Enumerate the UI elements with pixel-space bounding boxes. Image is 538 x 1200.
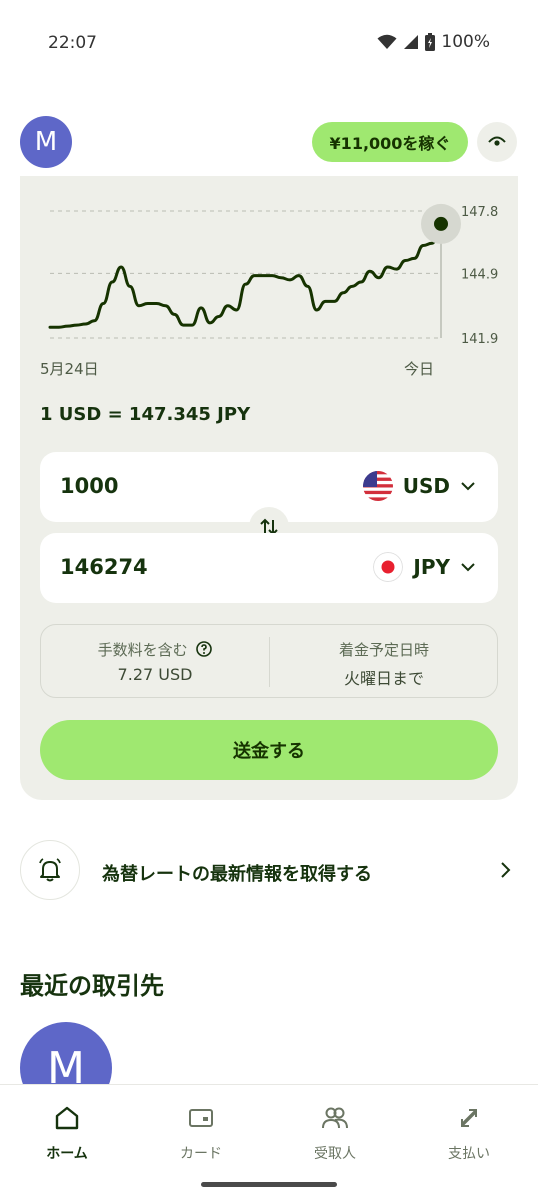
help-icon[interactable] <box>196 641 213 657</box>
receive-currency-code: JPY <box>413 555 450 579</box>
arrival-column: 着金予定日時 火曜日まで <box>270 625 498 699</box>
battery-icon <box>425 33 436 51</box>
chevron-down-icon <box>461 563 475 572</box>
chevron-right-icon <box>501 862 511 878</box>
receive-amount-value[interactable]: 146274 <box>60 555 148 579</box>
us-flag-icon <box>362 471 393 501</box>
battery-percent: 100% <box>441 32 490 52</box>
send-currency-code: USD <box>402 474 450 498</box>
chart-current-point <box>434 216 448 231</box>
status-bar: 22:07 100% <box>0 0 538 86</box>
rate-alert-row[interactable]: 為替レートの最新情報を取得する <box>20 840 518 902</box>
chevron-down-icon <box>461 482 475 491</box>
nav-home-label: ホーム <box>46 1146 88 1162</box>
rate-chart: 147.8 144.9 141.9 5月24日 今日 <box>40 203 498 378</box>
fee-label-row: 手数料を含む <box>41 639 269 660</box>
send-amount-value[interactable]: 1000 <box>60 474 118 498</box>
nav-payments[interactable]: 支払い <box>402 1103 536 1163</box>
receive-currency-selector[interactable]: JPY <box>373 552 476 582</box>
status-icons: 100% <box>377 32 490 52</box>
home-indicator <box>201 1182 337 1187</box>
chart-y-tick-label: 147.8 <box>461 205 498 220</box>
bell-icon <box>39 858 61 882</box>
nav-recipients-label: 受取人 <box>314 1146 356 1162</box>
status-time: 22:07 <box>48 33 97 53</box>
home-icon <box>55 1106 79 1130</box>
nav-home[interactable]: ホーム <box>0 1103 134 1163</box>
earn-reward-button[interactable]: ¥11,000を稼ぐ <box>312 122 468 162</box>
eye-icon <box>488 136 506 146</box>
recipients-icon <box>322 1107 348 1129</box>
nav-card-label: カード <box>180 1146 222 1162</box>
fee-column[interactable]: 手数料を含む 7.27 USD <box>41 625 269 699</box>
nav-card[interactable]: カード <box>134 1103 268 1163</box>
chart-y-tick-label: 141.9 <box>461 332 498 347</box>
payments-icon <box>461 1109 477 1127</box>
chart-y-tick-label: 144.9 <box>461 267 498 282</box>
japan-flag-icon <box>373 552 404 582</box>
nav-recipients[interactable]: 受取人 <box>268 1103 402 1163</box>
chart-series-line <box>48 222 443 329</box>
wifi-icon <box>377 34 397 49</box>
card-icon <box>189 1109 213 1127</box>
exchange-rate-text: 1 USD = 147.345 JPY <box>40 404 251 425</box>
chart-x-label-start: 5月24日 <box>40 360 99 378</box>
arrival-value: 火曜日まで <box>343 669 424 688</box>
nav-payments-label: 支払い <box>448 1146 490 1162</box>
rate-alert-label: 為替レートの最新情報を取得する <box>102 864 372 885</box>
avatar[interactable]: M <box>20 116 72 168</box>
header: M ¥11,000を稼ぐ <box>0 108 538 176</box>
fee-value: 7.27 USD <box>117 665 193 684</box>
toggle-visibility-button[interactable] <box>477 122 517 162</box>
arrival-label: 着金予定日時 <box>338 641 429 659</box>
recent-recipients-title: 最近の取引先 <box>20 972 164 1000</box>
signal-icon <box>404 35 419 49</box>
receive-amount-field[interactable]: 146274 JPY <box>40 533 498 603</box>
exchange-card: 147.8 144.9 141.9 5月24日 今日 1 USD = 147.345 … <box>20 176 518 800</box>
bell-icon-container <box>20 840 80 900</box>
send-currency-selector[interactable]: USD <box>362 471 476 501</box>
send-money-button[interactable]: 送金する <box>40 720 498 780</box>
fee-info-box: 手数料を含む 7.27 USD 着金予定日時 火曜日まで <box>40 624 498 698</box>
chart-x-label-end: 今日 <box>404 360 434 378</box>
fee-label: 手数料を含む <box>97 641 188 659</box>
